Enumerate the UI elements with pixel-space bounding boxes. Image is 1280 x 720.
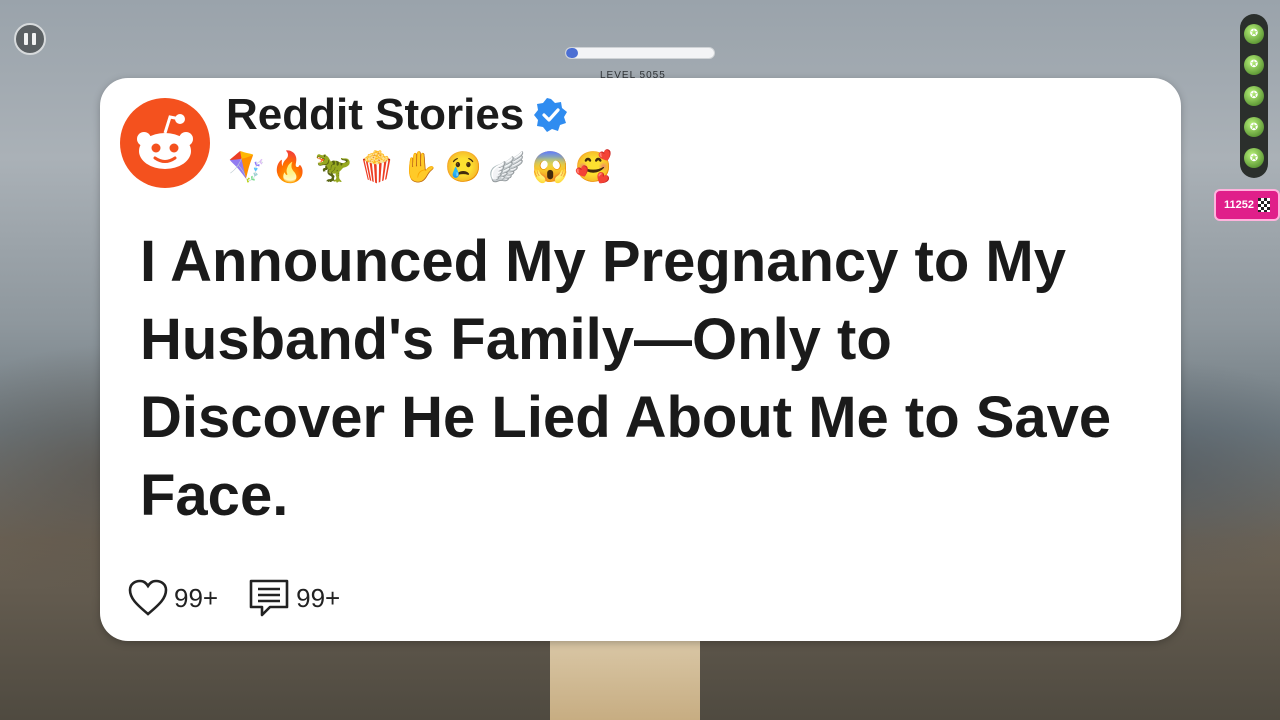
soccer-ball-icon: ✪ xyxy=(1244,85,1264,106)
soccer-ball-icon: ✪ xyxy=(1244,54,1264,75)
road-track xyxy=(550,640,700,720)
soccer-ball-icon: ✪ xyxy=(1244,117,1264,138)
reddit-post-card: Reddit Stories 🪁🔥🦖🍿✋😢🪽😱🥰 I Announced My … xyxy=(100,78,1181,641)
heart-icon xyxy=(128,579,168,616)
channel-header: Reddit Stories xyxy=(226,90,568,140)
pause-icon-bar-left xyxy=(24,33,28,45)
like-button[interactable]: 99+ xyxy=(128,579,218,617)
pause-button[interactable] xyxy=(14,23,46,55)
comment-count: 99+ xyxy=(296,582,341,613)
score-value: 11252 xyxy=(1224,199,1254,211)
emoji-row: 🪁🔥🦖🍿✋😢🪽😱🥰 xyxy=(228,151,619,184)
soccer-ball-icon: ✪ xyxy=(1244,23,1264,44)
progress-fill xyxy=(566,48,578,58)
pause-icon-bar-right xyxy=(32,33,36,45)
like-count: 99+ xyxy=(174,582,219,613)
level-progress-bar xyxy=(565,47,715,59)
checkered-flag-icon xyxy=(1257,198,1270,212)
soccer-ball-icon: ✪ xyxy=(1244,148,1264,169)
ball-counter: ✪ ✪ ✪ ✪ ✪ xyxy=(1240,14,1268,178)
post-title: I Announced My Pregnancy to My Husband's… xyxy=(140,229,1112,528)
score-badge: 11252 xyxy=(1214,189,1280,221)
comment-icon xyxy=(249,579,289,617)
channel-name: Reddit Stories xyxy=(226,90,525,139)
comment-button[interactable]: 99+ xyxy=(248,578,340,618)
reddit-logo-icon xyxy=(120,98,210,188)
post-actions: 99+ 99+ xyxy=(128,578,370,618)
verified-badge-icon xyxy=(534,98,568,132)
